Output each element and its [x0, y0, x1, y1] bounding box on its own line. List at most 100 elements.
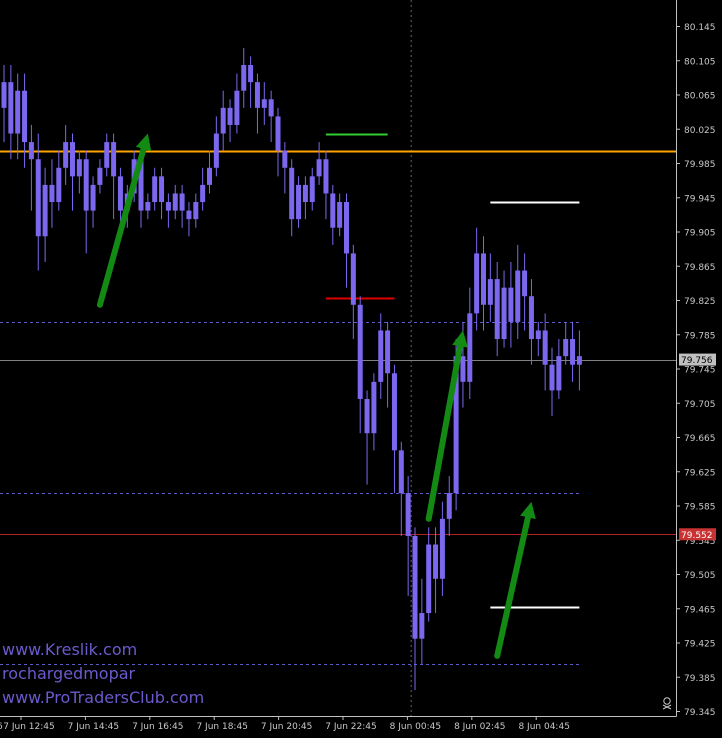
x-tick-label: 7 Jun 12:45	[3, 722, 54, 732]
candle-body	[296, 184, 302, 220]
x-tick-label: 8 Jun 04:45	[518, 722, 569, 732]
candle-body	[563, 339, 569, 357]
candle-body	[97, 167, 103, 185]
y-tick-label: 79.945	[684, 194, 716, 204]
candle-body	[70, 142, 75, 177]
y-tick-label: 79.985	[684, 160, 716, 170]
arrow-head	[135, 133, 152, 152]
x-tick-label: 7 Jun 22:45	[325, 722, 376, 732]
y-tick-label: 79.345	[684, 708, 716, 718]
candle-body	[556, 356, 562, 391]
candle-body	[117, 176, 123, 211]
candles	[1, 47, 582, 691]
candle-body	[494, 279, 500, 340]
y-tick-label: 79.905	[684, 229, 716, 239]
watermark-protraders: www.ProTradersClub.com	[2, 688, 204, 707]
y-tick-label: 79.665	[684, 434, 716, 444]
y-tick-label: 79.505	[684, 571, 716, 581]
candle-body	[145, 202, 151, 211]
candle-body	[193, 202, 199, 220]
candle-body	[426, 544, 432, 614]
candle-body	[1, 82, 7, 108]
candle-body	[481, 253, 486, 305]
candle-body	[111, 142, 117, 177]
candle-body	[254, 82, 260, 108]
candle-body	[179, 193, 185, 211]
candle-body	[159, 176, 165, 203]
candle-body	[487, 279, 493, 305]
candle-body	[405, 493, 411, 536]
candle-body	[549, 364, 555, 391]
candle-body	[268, 99, 274, 117]
candle-body	[515, 270, 521, 322]
y-tick-label: 79.705	[684, 400, 716, 410]
candle-body	[446, 493, 452, 519]
candle-body	[42, 184, 48, 237]
candle-body	[323, 159, 329, 194]
candle-body	[330, 193, 336, 228]
y-tick-label: 79.785	[684, 331, 716, 341]
candle-body	[501, 287, 507, 340]
y-tick-label: 80.105	[684, 57, 716, 67]
x-tick-label: 8 Jun 00:45	[390, 722, 441, 732]
candle-body	[282, 150, 288, 168]
candle-body	[90, 184, 96, 211]
candle-body	[8, 82, 14, 134]
candle-body	[275, 116, 281, 151]
y-tick-label: 79.745	[684, 366, 716, 376]
y-tick-label: 79.385	[684, 674, 716, 684]
candle-body	[467, 313, 473, 382]
candle-body	[220, 107, 226, 134]
candle-body	[542, 330, 548, 365]
candle-body	[172, 193, 178, 211]
candle-body	[63, 142, 69, 168]
candle-body	[22, 90, 28, 143]
candle-body	[412, 535, 418, 639]
price-tag-label: 79.756	[681, 356, 713, 366]
price-tag-label: 79.552	[681, 531, 713, 541]
watermarks: www.Kreslik.com rochargedmopar www.ProTr…	[2, 640, 204, 707]
candle-body	[241, 65, 247, 91]
candle-body	[378, 330, 384, 382]
candle-body	[104, 142, 110, 168]
x-tick-label: 7 Jun 20:45	[261, 722, 312, 732]
candle-body	[419, 613, 425, 639]
arrow-head	[520, 501, 536, 520]
candle-body	[433, 544, 439, 579]
y-axis-ticks: 80.145 80.105 80.065 80.025 79.985 79.945 79.9…	[676, 23, 716, 718]
y-tick-label: 80.065	[684, 92, 716, 102]
candle-body	[398, 450, 404, 494]
candle-body	[474, 253, 480, 314]
x-tick-label: 7 Jun 16:45	[132, 722, 183, 732]
arrow-shaft	[494, 508, 533, 659]
candle-body	[302, 184, 308, 203]
watermark-kreslik: www.Kreslik.com	[2, 640, 137, 659]
candle-body	[165, 202, 171, 211]
candle-body	[570, 339, 576, 365]
trend-arrows	[96, 133, 536, 659]
candle-body	[439, 518, 445, 579]
candle-body	[49, 184, 55, 203]
y-tick-label: 79.865	[684, 263, 716, 273]
candle-body	[213, 133, 219, 168]
candle-body	[76, 159, 82, 177]
candle-body	[56, 167, 62, 203]
y-tick-label: 79.465	[684, 605, 716, 615]
candle-body	[371, 381, 377, 434]
candle-body	[357, 304, 363, 399]
candle-body	[289, 167, 295, 220]
y-tick-label: 80.025	[684, 126, 716, 136]
y-tick-label: 79.825	[684, 297, 716, 307]
candle-body	[337, 202, 343, 228]
x-tick-label: 7 Jun 18:45	[196, 722, 247, 732]
candle-body	[460, 356, 466, 382]
candle-body	[309, 176, 315, 203]
candle-body	[522, 270, 528, 297]
watermark-user: rochargedmopar	[2, 664, 136, 683]
candle-body	[207, 167, 212, 185]
candle-body	[364, 398, 370, 434]
y-tick-label: 80.145	[684, 23, 716, 33]
candle-body	[576, 356, 582, 365]
candle-body	[261, 99, 267, 108]
candle-body	[200, 184, 206, 203]
